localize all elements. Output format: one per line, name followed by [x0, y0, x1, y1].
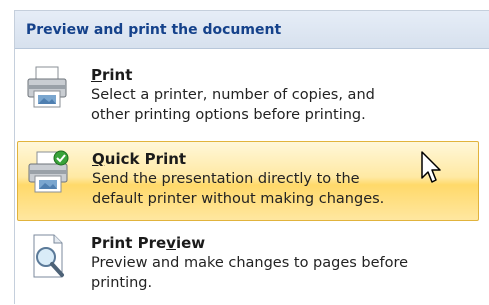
- panel-header-title: Preview and print the document: [26, 21, 282, 38]
- print-menu-item[interactable]: Print Select a printer, number of copies…: [17, 61, 479, 137]
- quick-print-description-line-1: Send the presentation directly to the: [92, 171, 360, 187]
- printer-icon: [27, 66, 67, 108]
- print-preview-description-line-2: printing.: [91, 275, 153, 291]
- panel-header: Preview and print the document: [15, 11, 489, 49]
- left-edge: [0, 0, 14, 304]
- print-preview-title: Print Preview: [91, 234, 206, 252]
- print-description-line-1: Select a printer, number of copies, and: [91, 87, 375, 103]
- print-description-line-2: other printing options before printing.: [91, 107, 366, 123]
- quick-print-title: Quick Print: [92, 150, 187, 168]
- quick-print-description-line-2: default printer without making changes.: [92, 191, 385, 207]
- print-preview-menu-item[interactable]: Print Preview Preview and make changes t…: [17, 229, 479, 305]
- print-menu-panel: Preview and print the document Print Sel…: [14, 10, 489, 304]
- quick-print-menu-item[interactable]: Quick Print Send the presentation direct…: [17, 141, 479, 221]
- quick-print-icon: [28, 150, 69, 193]
- print-title: Print: [91, 66, 133, 84]
- print-preview-description-line-1: Preview and make changes to pages before: [91, 255, 409, 271]
- mouse-pointer-icon: [421, 151, 441, 183]
- print-preview-icon: [33, 234, 64, 278]
